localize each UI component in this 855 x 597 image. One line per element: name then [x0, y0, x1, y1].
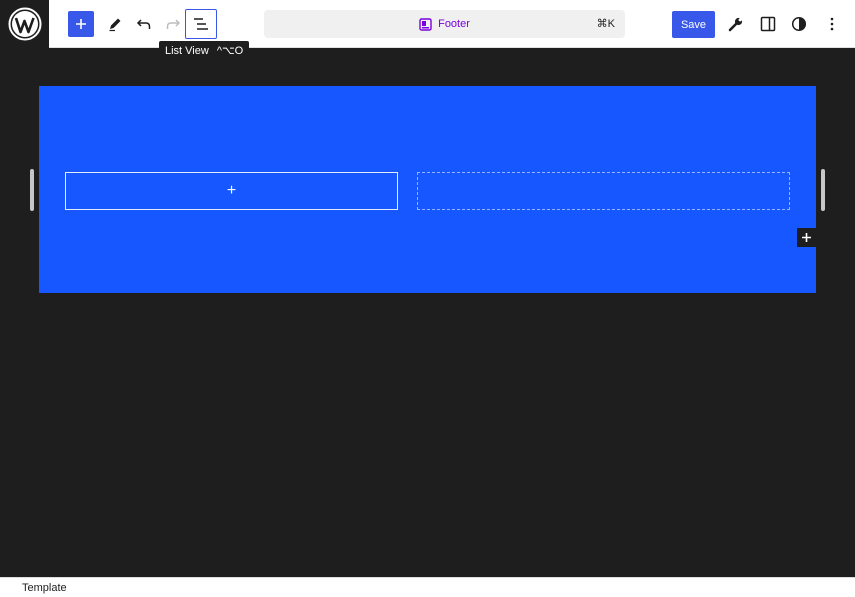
save-button[interactable]: Save: [672, 11, 715, 38]
wordpress-logo-icon: [8, 7, 41, 41]
plus-icon: [76, 19, 86, 29]
tools-button[interactable]: [104, 12, 126, 36]
footer-group-block[interactable]: +: [39, 86, 816, 293]
editor-canvas[interactable]: +: [0, 48, 855, 577]
sidebar-icon: [760, 16, 776, 32]
undo-icon: [136, 19, 151, 29]
site-icon-button[interactable]: [0, 0, 49, 48]
undo-button[interactable]: [133, 12, 155, 36]
tools-settings-button[interactable]: [726, 12, 746, 36]
breadcrumb-template[interactable]: Template: [22, 578, 67, 597]
document-title-group: Footer: [264, 10, 625, 38]
settings-sidebar-button[interactable]: [758, 12, 778, 36]
block-inserter-button[interactable]: [797, 228, 816, 247]
block-breadcrumb-bar: Template: [0, 577, 855, 597]
block-inserter-toggle[interactable]: [68, 11, 94, 37]
options-button[interactable]: [822, 12, 842, 36]
wrench-icon: [728, 17, 743, 32]
list-view-icon: [194, 18, 208, 30]
column-block-left[interactable]: +: [65, 172, 398, 210]
resize-handle-right[interactable]: [821, 169, 825, 211]
tooltip-label: List View: [165, 45, 209, 57]
command-palette-shortcut: ⌘K: [596, 18, 615, 30]
redo-button[interactable]: [162, 12, 184, 36]
list-view-button[interactable]: [185, 9, 217, 39]
resize-handle-left[interactable]: [30, 169, 34, 211]
document-bar[interactable]: Footer ⌘K: [264, 10, 625, 38]
plus-icon: [802, 233, 811, 242]
more-vertical-icon: [830, 17, 834, 31]
redo-icon: [166, 19, 181, 29]
column-appender-plus-icon[interactable]: +: [227, 183, 236, 199]
half-circle-icon: [791, 16, 807, 32]
document-title: Footer: [438, 18, 470, 30]
list-view-tooltip: List View ^⌥O: [159, 41, 250, 61]
tooltip-shortcut: ^⌥O: [216, 45, 244, 57]
editor-header: Footer ⌘K Save: [0, 0, 855, 48]
styles-button[interactable]: [789, 12, 809, 36]
pencil-icon: [109, 18, 121, 32]
template-part-icon: [419, 17, 432, 31]
column-block-right[interactable]: [417, 172, 790, 210]
site-editor-window: Footer ⌘K Save List View ^⌥O + Template: [0, 0, 855, 597]
